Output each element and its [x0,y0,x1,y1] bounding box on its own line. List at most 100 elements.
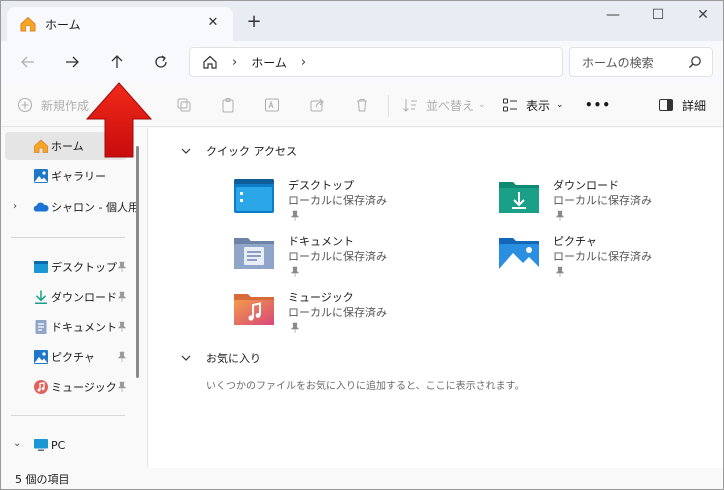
sidebar-item-pc[interactable]: ⌄ PC [5,431,127,459]
sidebar-item-documents[interactable]: ドキュメント [5,313,127,341]
pin-icon[interactable] [117,351,127,363]
sidebar-item-gallery[interactable]: ギャラリー [5,162,127,190]
item-name: ミュージック [288,291,354,304]
status-bar: 5 個の項目 [1,468,723,489]
pin-icon[interactable] [117,381,127,393]
up-arrow-icon [111,55,123,68]
share-button[interactable] [309,95,325,115]
new-tab-button[interactable]: + [245,13,263,31]
sidebar-item-desktop[interactable]: デスクトップ [5,253,127,281]
music-folder-icon [234,294,274,325]
close-window-button[interactable]: ✕ [691,7,715,25]
picture-icon [34,350,48,364]
documents-folder-icon [234,238,274,269]
sidebar-divider [11,237,125,238]
sort-button[interactable]: 並べ替え ⌄ [402,95,486,115]
back-button[interactable] [17,51,39,73]
breadcrumb-separator[interactable]: › [301,55,306,70]
pin-icon[interactable] [290,210,300,222]
chevron-down-icon [181,355,191,361]
copy-icon [177,98,191,112]
trash-icon [357,99,367,112]
document-icon [35,320,47,334]
back-arrow-icon [21,56,34,68]
quick-access-item[interactable]: ミュージック ローカルに保存済み [234,289,414,341]
item-status: ローカルに保存済み [288,250,387,263]
favorites-header[interactable]: お気に入り [180,350,261,366]
close-tab-icon[interactable]: ✕ [205,15,221,31]
address-bar[interactable]: › ホーム › [189,47,563,77]
sidebar-item-music[interactable]: ミュージック [5,373,127,401]
item-name: デスクトップ [288,179,354,192]
chevron-down-icon: ⌄ [478,100,486,110]
computer-icon [34,439,48,451]
quick-access-header[interactable]: クイック アクセス [180,143,297,159]
downloads-folder-icon [499,182,539,213]
quick-access-item[interactable]: デスクトップ ローカルに保存済み [234,177,414,229]
desktop-icon [34,261,48,273]
sidebar-label: ドキュメント [51,321,117,334]
search-box[interactable]: ホームの検索 [569,47,713,77]
gallery-icon [34,169,48,183]
pin-icon[interactable] [290,266,300,278]
navigation-pane: ホーム ギャラリー › シャロン - 個人用 デスクトップ ダウンロード ドキュ… [1,128,141,468]
title-bar: ホーム ✕ + — ☐ ✕ [1,1,723,41]
copy-button[interactable] [176,95,192,115]
item-status: ローカルに保存済み [288,194,387,207]
minimize-button[interactable]: — [601,7,625,25]
pin-icon[interactable] [555,266,565,278]
sort-label: 並べ替え [426,98,475,113]
item-name: ピクチャ [553,235,597,248]
item-status: ローカルに保存済み [553,194,652,207]
rename-button[interactable] [264,95,280,115]
onedrive-cloud-icon [33,202,49,212]
home-icon [34,139,48,153]
pin-icon[interactable] [290,322,300,334]
chevron-right-icon[interactable]: › [13,201,17,212]
section-title: お気に入り [206,352,261,365]
quick-access-item[interactable]: ドキュメント ローカルに保存済み [234,233,414,285]
sidebar-item-onedrive[interactable]: › シャロン - 個人用 [5,193,139,221]
new-button[interactable]: 新規作成 [17,95,89,115]
sidebar-label: ミュージック [51,381,117,394]
details-pane-icon [659,99,673,111]
refresh-icon [155,55,167,68]
refresh-button[interactable] [150,51,172,73]
maximize-button[interactable]: ☐ [646,7,670,25]
quick-access-item[interactable]: ダウンロード ローカルに保存済み [499,177,679,229]
up-button[interactable] [106,51,128,73]
favorites-empty-message: いくつかのファイルをお気に入りに追加すると、ここに表示されます。 [206,381,525,392]
breadcrumb-home[interactable]: ホーム [251,54,287,71]
breadcrumb-separator: › [232,54,238,70]
paste-button[interactable] [220,95,236,115]
sidebar-label: ピクチャ [51,351,95,364]
red-annotation-arrow-icon [85,82,153,158]
quick-access-item[interactable]: ピクチャ ローカルに保存済み [499,233,679,285]
details-button[interactable]: 詳細 [658,95,706,115]
chevron-down-icon[interactable]: ⌄ [13,438,21,449]
view-button[interactable]: 表示 ⌄ [502,95,564,115]
sidebar-label: ダウンロード [51,291,117,304]
forward-button[interactable] [61,51,83,73]
pin-icon[interactable] [117,321,127,333]
search-placeholder: ホームの検索 [582,55,654,70]
sidebar-scrollbar[interactable] [136,146,139,378]
new-label: 新規作成 [41,98,90,113]
delete-button[interactable] [354,95,370,115]
sidebar-item-pictures[interactable]: ピクチャ [5,343,127,371]
more-options-button[interactable]: ••• [585,95,611,115]
pin-icon[interactable] [117,261,127,273]
item-status: ローカルに保存済み [553,250,652,263]
details-label: 詳細 [682,98,707,113]
sidebar-label: デスクトップ [51,261,117,274]
forward-arrow-icon [66,56,79,68]
item-name: ドキュメント [288,235,354,248]
download-icon [35,290,47,305]
pin-icon[interactable] [555,210,565,222]
tab-home[interactable]: ホーム ✕ [7,7,233,41]
pin-icon[interactable] [117,291,127,303]
view-label: 表示 [526,98,551,113]
pictures-folder-icon [499,238,539,269]
item-name: ダウンロード [553,179,619,192]
sidebar-item-downloads[interactable]: ダウンロード [5,283,127,311]
